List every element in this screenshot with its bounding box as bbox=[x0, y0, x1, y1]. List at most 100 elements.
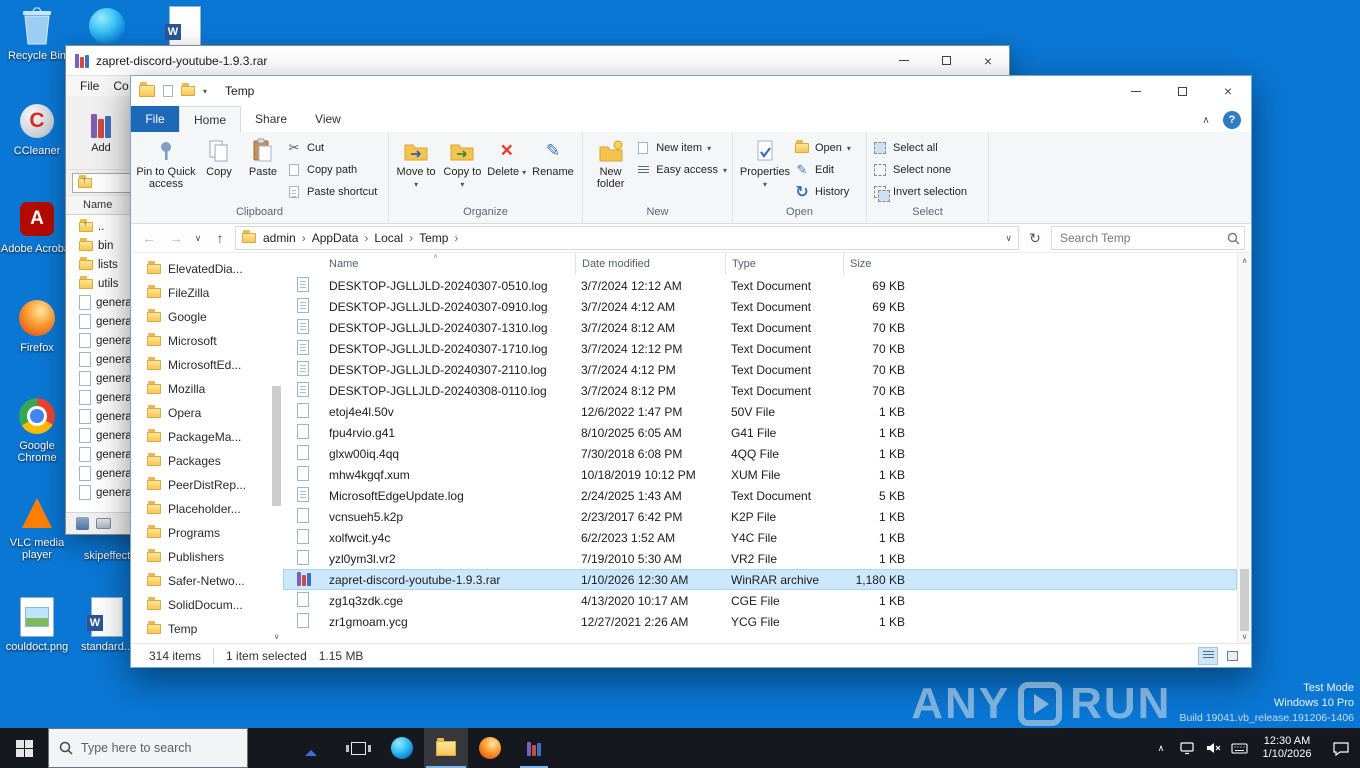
search-input[interactable] bbox=[1056, 231, 1227, 245]
forward-button[interactable]: → bbox=[164, 226, 188, 250]
copy-button[interactable]: Copy bbox=[198, 135, 240, 206]
search-box[interactable] bbox=[1051, 226, 1245, 250]
edit-button[interactable]: ✎ Edit bbox=[794, 160, 851, 180]
start-button[interactable] bbox=[0, 728, 48, 768]
tree-item[interactable]: MicrosoftEd... bbox=[131, 353, 283, 377]
open-button[interactable]: Open ▾ bbox=[794, 138, 851, 158]
tab-home[interactable]: Home bbox=[179, 106, 242, 132]
taskbar-pinned-figure-red[interactable] bbox=[248, 728, 292, 768]
scrollbar-thumb[interactable] bbox=[1240, 569, 1249, 631]
breadcrumb[interactable]: admin › AppData › Local › Temp › ∨ bbox=[235, 226, 1019, 250]
winrar-add-button[interactable]: Add bbox=[72, 112, 130, 154]
new-item-button[interactable]: New item ▾ bbox=[635, 138, 727, 158]
file-row[interactable]: zr1gmoam.ycg 12/27/2021 2:26 AM YCG File 1 … bbox=[283, 611, 1237, 632]
winrar-maximize-button[interactable] bbox=[925, 46, 967, 75]
tree-item[interactable]: Mozilla bbox=[131, 377, 283, 401]
desktop-icon-word-document[interactable] bbox=[148, 5, 222, 47]
file-row[interactable]: DESKTOP-JGLLJLD-20240307-1310.log 3/7/202… bbox=[283, 317, 1237, 338]
taskbar-search-input[interactable] bbox=[81, 741, 237, 755]
explorer-close-button[interactable]: × bbox=[1205, 76, 1251, 106]
desktop-icon-firefox[interactable]: Firefox bbox=[0, 297, 74, 354]
tree-item[interactable]: PeerDistRep... bbox=[131, 473, 283, 497]
file-row[interactable]: zapret-discord-youtube-1.9.3.rar 1/10/202… bbox=[283, 569, 1237, 590]
qat-properties-button[interactable] bbox=[163, 85, 173, 97]
tree-item[interactable]: Placeholder... bbox=[131, 497, 283, 521]
desktop-icon-recycle-bin[interactable]: Recycle Bin bbox=[0, 5, 74, 62]
tab-file[interactable]: File bbox=[131, 106, 179, 132]
tree-item[interactable]: ElevatedDia... bbox=[131, 257, 283, 281]
scrollbar-thumb[interactable] bbox=[272, 386, 281, 506]
tree-item[interactable]: FileZilla bbox=[131, 281, 283, 305]
qat-new-folder-button[interactable] bbox=[181, 83, 195, 96]
breadcrumb-item[interactable]: Temp bbox=[417, 231, 450, 245]
column-header-date-modified[interactable]: Date modified bbox=[575, 253, 725, 275]
invert-selection-button[interactable]: Invert selection bbox=[872, 182, 967, 202]
pin-to-quick-access-button[interactable]: Pin to Quick access bbox=[136, 135, 196, 206]
up-button[interactable]: ↑ bbox=[208, 226, 232, 250]
desktop-icon-ccleaner[interactable]: C CCleaner bbox=[0, 100, 74, 157]
tab-view[interactable]: View bbox=[301, 106, 355, 132]
tree-item[interactable]: Microsoft bbox=[131, 329, 283, 353]
move-to-button[interactable]: Move to ▾ bbox=[394, 135, 438, 206]
tree-item[interactable]: Google bbox=[131, 305, 283, 329]
help-icon[interactable]: ? bbox=[1223, 111, 1241, 129]
taskbar-explorer-button[interactable] bbox=[424, 728, 468, 768]
tray-network-button[interactable] bbox=[1174, 728, 1200, 768]
file-row[interactable]: vcnsueh5.k2p 2/23/2017 6:42 PM K2P File 1 K… bbox=[283, 506, 1237, 527]
taskbar-pinned-figure-blue[interactable] bbox=[292, 728, 336, 768]
explorer-maximize-button[interactable] bbox=[1159, 76, 1205, 106]
file-row[interactable]: glxw00iq.4qq 7/30/2018 6:08 PM 4QQ File 1 K… bbox=[283, 443, 1237, 464]
winrar-close-button[interactable]: × bbox=[967, 46, 1009, 75]
file-row[interactable]: zg1q3zdk.cge 4/13/2020 10:17 AM CGE File 1 … bbox=[283, 590, 1237, 611]
minimize-ribbon-icon[interactable]: ∧ bbox=[1197, 111, 1215, 129]
file-list-scrollbar[interactable]: ∧ ∨ bbox=[1237, 253, 1251, 643]
tree-item[interactable]: Safer-Netwo... bbox=[131, 569, 283, 593]
scroll-down-icon[interactable]: ∨ bbox=[270, 629, 283, 643]
tree-item[interactable]: Opera bbox=[131, 401, 283, 425]
properties-button[interactable]: Properties ▾ bbox=[738, 135, 792, 206]
winrar-minimize-button[interactable] bbox=[883, 46, 925, 75]
copy-path-button[interactable]: Copy path bbox=[286, 160, 377, 180]
desktop-icon-google-chrome[interactable]: Google Chrome bbox=[0, 395, 74, 464]
select-all-button[interactable]: Select all bbox=[872, 138, 967, 158]
desktop-icon-couldoct-png[interactable]: couldoct.png bbox=[0, 596, 74, 653]
scroll-down-icon[interactable]: ∨ bbox=[1238, 629, 1251, 643]
tray-show-hidden-icons[interactable]: ∧ bbox=[1148, 728, 1174, 768]
tree-item[interactable]: PackageMa... bbox=[131, 425, 283, 449]
tree-item[interactable]: Publishers bbox=[131, 545, 283, 569]
explorer-minimize-button[interactable] bbox=[1113, 76, 1159, 106]
recent-locations-caret-icon[interactable]: ∨ bbox=[191, 226, 205, 250]
breadcrumb-item[interactable]: AppData bbox=[310, 231, 361, 245]
file-row[interactable]: MicrosoftEdgeUpdate.log 2/24/2025 1:43 AM… bbox=[283, 485, 1237, 506]
address-dropdown-caret-icon[interactable]: ∨ bbox=[1005, 233, 1012, 244]
file-row[interactable]: DESKTOP-JGLLJLD-20240307-0910.log 3/7/202… bbox=[283, 296, 1237, 317]
task-view-button[interactable] bbox=[336, 728, 380, 768]
file-row[interactable]: fpu4rvio.g41 8/10/2025 6:05 AM G41 File 1 K… bbox=[283, 422, 1237, 443]
file-row[interactable]: xolfwcit.y4c 6/2/2023 1:52 AM Y4C File 1 KB bbox=[283, 527, 1237, 548]
taskbar-clock[interactable]: 12:30 AM 1/10/2026 bbox=[1252, 728, 1322, 768]
taskbar-firefox-button[interactable] bbox=[468, 728, 512, 768]
large-icons-view-button[interactable] bbox=[1223, 648, 1241, 664]
tree-item[interactable]: SolidDocum... bbox=[131, 593, 283, 617]
tray-keyboard-button[interactable] bbox=[1226, 728, 1252, 768]
tab-share[interactable]: Share bbox=[241, 106, 301, 132]
copy-to-button[interactable]: Copy to ▾ bbox=[440, 135, 484, 206]
tray-volume-button[interactable] bbox=[1200, 728, 1226, 768]
tree-item[interactable]: Programs bbox=[131, 521, 283, 545]
desktop-icon-adobe-acrobat[interactable]: A Adobe Acrobat bbox=[0, 198, 74, 255]
file-row[interactable]: etoj4e4l.50v 12/6/2022 1:47 PM 50V File 1 K… bbox=[283, 401, 1237, 422]
tree-item[interactable]: Temp bbox=[131, 617, 283, 641]
new-folder-button[interactable]: New folder bbox=[588, 135, 633, 206]
action-center-button[interactable] bbox=[1322, 728, 1360, 768]
back-button[interactable]: ← bbox=[137, 226, 161, 250]
select-none-button[interactable]: Select none bbox=[872, 160, 967, 180]
winrar-menu-file[interactable]: File bbox=[74, 79, 105, 93]
rename-button[interactable]: ✎ Rename bbox=[529, 135, 577, 206]
tree-item[interactable]: Packages bbox=[131, 449, 283, 473]
scroll-up-icon[interactable]: ∧ bbox=[1238, 253, 1251, 267]
taskbar-winrar-button[interactable] bbox=[512, 728, 556, 768]
paste-button[interactable]: Paste bbox=[242, 135, 284, 206]
history-button[interactable]: ↻ History bbox=[794, 182, 851, 202]
qat-customize-caret-icon[interactable]: ▾ bbox=[203, 87, 207, 96]
file-row[interactable]: yzl0ym3l.vr2 7/19/2010 5:30 AM VR2 File 1 K… bbox=[283, 548, 1237, 569]
